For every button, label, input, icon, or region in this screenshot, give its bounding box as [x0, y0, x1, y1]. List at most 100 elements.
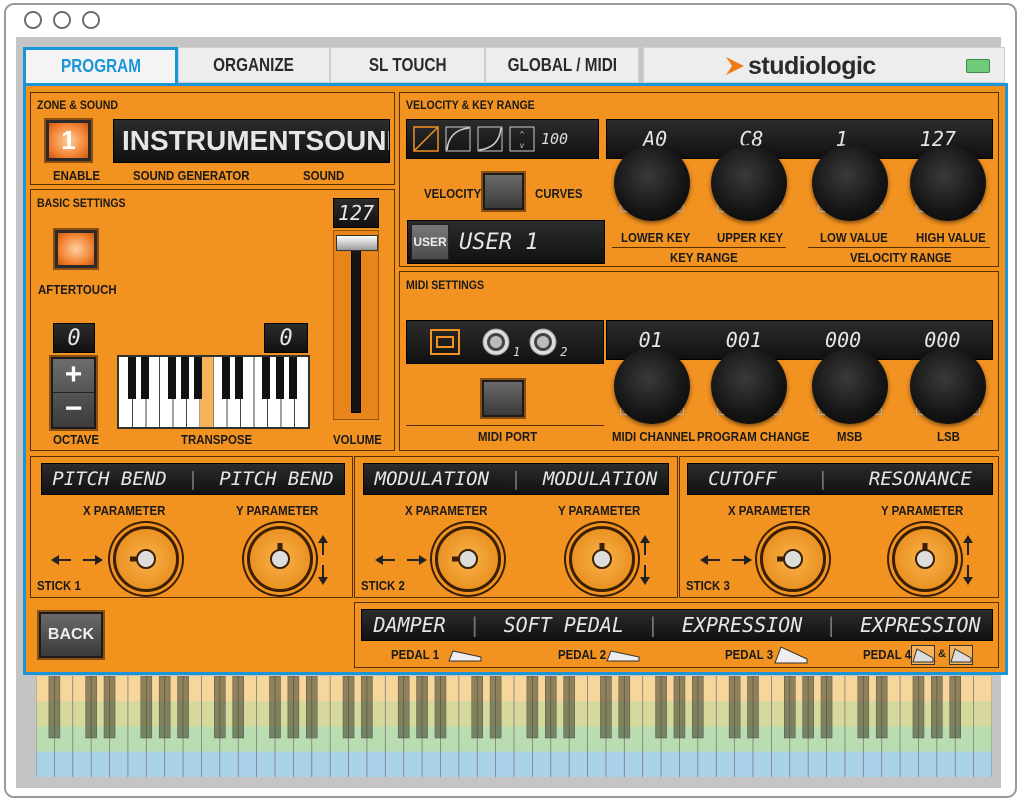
- minimize-window-button[interactable]: [53, 11, 71, 29]
- key-range-label: KEY RANGE: [670, 250, 738, 265]
- tab-program[interactable]: PROGRAM: [23, 47, 178, 83]
- program-change-knob[interactable]: [711, 348, 787, 424]
- lower-key-knob[interactable]: [614, 145, 690, 221]
- pedal-1-label: PEDAL 1: [391, 647, 440, 662]
- stick-2-y-value: MODULATION: [542, 468, 658, 490]
- stick-3-x-control[interactable]: [760, 526, 826, 592]
- tab-organize[interactable]: ORGANIZE: [178, 47, 330, 83]
- user-curve-button[interactable]: USER: [411, 224, 449, 260]
- sound-label: SOUND: [303, 168, 345, 183]
- octave-display: 0: [53, 323, 95, 353]
- midi-port-divider: [406, 425, 604, 426]
- midi-port-1-label: 1: [513, 345, 521, 359]
- stick-2-x-control[interactable]: [435, 526, 501, 592]
- stick-3-label: STICK 3: [686, 578, 730, 593]
- low-value-knob[interactable]: [812, 145, 888, 221]
- soft-curve-icon[interactable]: [445, 126, 471, 152]
- pedal-4-label: PEDAL 4: [863, 647, 912, 662]
- pedal-3-value[interactable]: EXPRESSION: [682, 613, 802, 637]
- stick-2-y-control[interactable]: [569, 526, 635, 592]
- hard-curve-icon[interactable]: [477, 126, 503, 152]
- sound-generator-value: INSTRUMENT: [122, 125, 306, 156]
- zone-enable-button[interactable]: 1: [46, 120, 91, 161]
- usb-port-icon[interactable]: [429, 328, 461, 356]
- stick-3-display: CUTOFF | RESONANCE: [687, 463, 993, 495]
- tab-sl-touch[interactable]: SL TOUCH: [330, 47, 485, 83]
- midi-din-2-icon[interactable]: [528, 327, 558, 357]
- upper-key-label: UPPER KEY: [717, 230, 784, 245]
- midi-channel-knob[interactable]: [614, 348, 690, 424]
- volume-slider-handle[interactable]: [336, 235, 378, 251]
- linear-curve-icon[interactable]: [413, 126, 439, 152]
- octave-up-button[interactable]: +: [53, 359, 94, 393]
- transpose-label: TRANSPOSE: [181, 432, 253, 447]
- stick-handle-horizontal-icon: [452, 549, 478, 569]
- octave-down-button[interactable]: −: [53, 393, 94, 427]
- transpose-keyboard[interactable]: [117, 355, 310, 429]
- pedal-2-value[interactable]: SOFT PEDAL: [504, 613, 624, 637]
- aftertouch-button[interactable]: [55, 230, 97, 268]
- octave-stepper: + −: [51, 357, 96, 429]
- velocity-key-range-panel: VELOCITY & KEY RANGE ^ v 100 VELOCITY CUR…: [399, 92, 999, 267]
- pedal-4-value[interactable]: EXPRESSION: [860, 613, 980, 637]
- stick-1-display: PITCH BEND | PITCH BEND: [41, 463, 345, 495]
- stick-handle-vertical-icon: [592, 543, 612, 569]
- stick-1-y-control[interactable]: [247, 526, 313, 592]
- volume-label: VOLUME: [333, 432, 382, 447]
- stick-3-y-control[interactable]: [892, 526, 958, 592]
- midi-port-label: MIDI PORT: [478, 429, 538, 444]
- stick-handle-horizontal-icon: [777, 549, 803, 569]
- svg-text:^: ^: [520, 130, 525, 139]
- svg-text:v: v: [520, 141, 525, 150]
- midi-port-button[interactable]: [482, 380, 524, 417]
- sound-display[interactable]: INSTRUMENT SOUND: [113, 119, 390, 163]
- tab-global-midi[interactable]: GLOBAL / MIDI: [485, 47, 639, 83]
- midi-din-1-icon[interactable]: [481, 327, 511, 357]
- pedal-1-icon: [448, 650, 482, 662]
- midi-port-selector: 1 2: [406, 320, 604, 364]
- tab-bar: PROGRAM ORGANIZE SL TOUCH GLOBAL / MIDI …: [23, 47, 1008, 83]
- velocity-curve-selector: ^ v 100: [406, 119, 599, 159]
- velocity-label: VELOCITY: [424, 186, 482, 201]
- stick-1-y-value: PITCH BEND: [219, 468, 334, 490]
- back-button[interactable]: BACK: [39, 612, 103, 658]
- volume-slider-track: [351, 243, 361, 413]
- lsb-knob[interactable]: [910, 348, 986, 424]
- horizontal-arrows-icon: [51, 555, 103, 565]
- stick-2-display: MODULATION | MODULATION: [363, 463, 669, 495]
- msb-knob[interactable]: [812, 348, 888, 424]
- midi-settings-panel: MIDI SETTINGS 1 2 MIDI PORT 01 001 000 0…: [399, 271, 999, 451]
- volume-slider[interactable]: [333, 230, 379, 420]
- pedal-3-label: PEDAL 3: [725, 647, 774, 662]
- pedal-4-and: &: [938, 648, 946, 660]
- basic-settings-panel: BASIC SETTINGS AFTERTOUCH 0 0 + − OCTAVE…: [30, 189, 395, 451]
- pedals-display: DAMPER | SOFT PEDAL | EXPRESSION | EXPRESSI…: [361, 609, 993, 641]
- close-window-button[interactable]: [24, 11, 42, 29]
- stick-1-panel: PITCH BEND | PITCH BEND X PARAMETER Y PAR…: [30, 456, 353, 598]
- mini-keyboard-icon: [128, 357, 297, 427]
- studiologic-arrow-icon: [726, 57, 744, 75]
- lower-key-label: LOWER KEY: [621, 230, 691, 245]
- zone-sound-panel: ZONE & SOUND 1 INSTRUMENT SOUND ENABLE S…: [30, 92, 395, 185]
- high-value-knob[interactable]: [910, 145, 986, 221]
- pedal-1-value[interactable]: DAMPER: [373, 613, 445, 637]
- stick-2-x-label: X PARAMETER: [405, 503, 488, 518]
- brand-bar: studiologic: [643, 47, 1005, 83]
- fixed-value-stepper-icon[interactable]: ^v: [509, 126, 535, 152]
- stick-2-x-value: MODULATION: [374, 468, 490, 490]
- upper-key-knob[interactable]: [711, 145, 787, 221]
- pedal-4-icon-b: [949, 645, 973, 665]
- velocity-curves-button[interactable]: [483, 173, 524, 210]
- stick-1-x-control[interactable]: [113, 526, 179, 592]
- vertical-arrows-icon: [640, 535, 650, 585]
- stick-2-panel: MODULATION | MODULATION X PARAMETER Y PAR…: [354, 456, 678, 598]
- aftertouch-label: AFTERTOUCH: [38, 282, 117, 297]
- enable-label: ENABLE: [53, 168, 101, 183]
- midi-port-2-label: 2: [560, 345, 568, 359]
- brand-logo: studiologic: [748, 52, 876, 80]
- midi-channel-label: MIDI CHANNEL: [612, 429, 696, 444]
- zone-keyboard[interactable]: [36, 676, 992, 777]
- velocity-key-range-title: VELOCITY & KEY RANGE: [406, 98, 535, 112]
- program-change-label: PROGRAM CHANGE: [697, 429, 810, 444]
- maximize-window-button[interactable]: [82, 11, 100, 29]
